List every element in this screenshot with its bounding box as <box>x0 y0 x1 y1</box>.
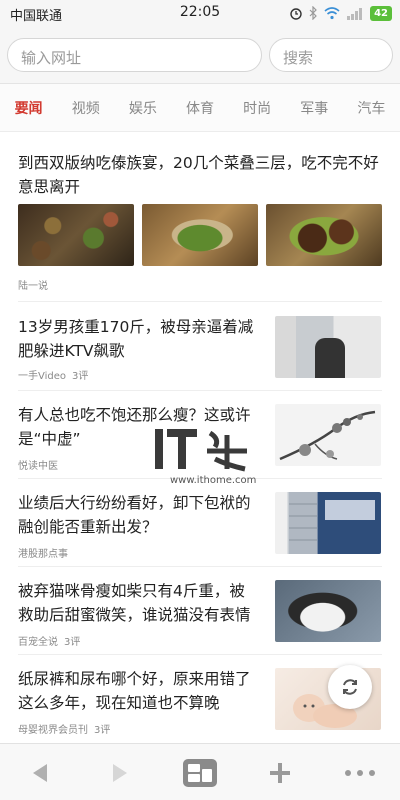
refresh-button[interactable] <box>328 665 372 709</box>
building-photo <box>289 492 375 554</box>
tab-auto[interactable]: 汽车 <box>343 98 400 118</box>
tab-fashion[interactable]: 时尚 <box>229 98 286 118</box>
news-title: 纸尿裤和尿布哪个好，原来用错了这么多年，现在知道也不算晚 <box>18 670 251 712</box>
tab-headlines[interactable]: 要闻 <box>0 98 57 118</box>
news-thumbnail <box>275 316 381 378</box>
divider <box>18 390 382 391</box>
news-source: 陆一说 <box>18 281 48 292</box>
news-source: 一手Video <box>18 371 67 382</box>
news-thumbnail <box>275 404 381 466</box>
forward-button[interactable] <box>80 744 160 800</box>
comment-count: 3评 <box>94 725 111 736</box>
news-meta: 悦读中医 <box>18 457 58 472</box>
divider <box>18 654 382 655</box>
back-button[interactable] <box>0 744 80 800</box>
back-icon <box>33 763 47 782</box>
news-source: 悦读中医 <box>18 461 58 472</box>
news-meta: 港股那点事 <box>18 545 68 560</box>
tab-sports[interactable]: 体育 <box>171 98 228 118</box>
bottom-toolbar <box>0 743 400 800</box>
news-meta: 陆一说 <box>18 277 48 292</box>
menu-button[interactable] <box>320 744 400 800</box>
status-bar: 中国联通 22:05 42 <box>0 0 400 26</box>
refresh-icon <box>343 679 357 695</box>
tab-military[interactable]: 军事 <box>286 98 343 118</box>
category-tabs: 要闻 视频 娱乐 体育 时尚 军事 汽车 <box>0 84 400 132</box>
alarm-icon <box>290 8 302 20</box>
news-source: 百宠全说 <box>18 637 58 648</box>
comment-count: 3评 <box>64 637 81 648</box>
news-source: 母婴视界会员刊 <box>18 725 88 736</box>
news-title: 被弃猫咪骨瘦如柴只有4斤重，被救助后甜蜜微笑，谁说猫没有表情 <box>18 582 251 624</box>
address-bar: 输入网址 搜索 <box>0 26 400 84</box>
divider <box>18 566 382 567</box>
watermark-url: www.ithome.com <box>170 475 257 486</box>
search-placeholder: 搜索 <box>283 49 314 67</box>
news-title: 业绩后大行纷纷看好，卸下包袱的融创能否重新出发？ <box>18 494 251 536</box>
windows-button[interactable] <box>160 744 240 800</box>
comment-count: 3评 <box>72 371 89 382</box>
news-meta: 一手Video 3评 <box>18 367 88 382</box>
news-thumbnail <box>275 580 381 642</box>
wifi-icon <box>324 6 340 19</box>
news-thumbnail <box>18 204 134 266</box>
news-source: 港股那点事 <box>18 549 68 560</box>
tab-video[interactable]: 视频 <box>57 98 114 118</box>
news-item[interactable]: 到西双版纳吃傣族宴，20几个菜叠三层，吃不完不好意思离开 陆一说 <box>18 151 382 296</box>
news-meta: 母婴视界会员刊 3评 <box>18 721 110 736</box>
url-input[interactable]: 输入网址 <box>7 38 262 72</box>
signal-icon <box>347 7 363 20</box>
more-icon <box>345 769 375 776</box>
news-thumbnail <box>275 492 381 554</box>
plus-icon <box>270 762 290 783</box>
status-icons: 42 <box>289 4 392 22</box>
tab-entertainment[interactable]: 娱乐 <box>114 98 171 118</box>
news-title: 13岁男孩重170斤，被母亲逼着减肥躲进KTV飙歌 <box>18 318 254 360</box>
news-thumbnail <box>266 204 382 266</box>
divider <box>18 301 382 302</box>
new-tab-button[interactable] <box>240 744 320 800</box>
windows-icon <box>183 758 217 787</box>
battery-icon: 42 <box>370 5 392 21</box>
bluetooth-icon <box>309 6 317 20</box>
branch-painting <box>279 410 376 461</box>
forward-icon <box>113 763 127 782</box>
news-title: 到西双版纳吃傣族宴，20几个菜叠三层，吃不完不好意思离开 <box>18 154 379 196</box>
news-meta: 百宠全说 3评 <box>18 633 80 648</box>
search-input[interactable]: 搜索 <box>269 38 393 72</box>
news-thumbnail <box>142 204 258 266</box>
url-placeholder: 输入网址 <box>21 49 82 67</box>
